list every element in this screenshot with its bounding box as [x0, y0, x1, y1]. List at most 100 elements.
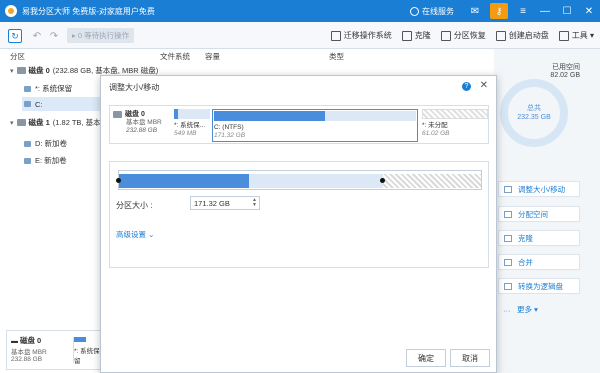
partition-size: 171.32 GB	[214, 132, 246, 139]
disk-icon	[16, 67, 26, 74]
menu-icon[interactable]: ≡	[512, 0, 534, 22]
resize-slider-track[interactable]	[116, 170, 482, 190]
col-partition[interactable]: 分区	[10, 51, 25, 62]
action-label: 克隆	[518, 233, 533, 243]
key-icon[interactable]: ⚷	[490, 3, 508, 19]
right-panel: 已用空间 82.02 GB 总共 232.35 GB 调整大小/移动 分配空间 …	[494, 49, 600, 373]
c-partition-block[interactable]: C: (NTFS) 171.32 GB	[212, 109, 418, 142]
merge-action[interactable]: 合并	[498, 254, 580, 270]
left-resize-handle[interactable]	[116, 178, 121, 183]
create-bootable-button[interactable]: 创建启动盘	[495, 30, 549, 41]
used-space-bar	[119, 174, 249, 188]
disk-icon	[16, 119, 26, 126]
cancel-button[interactable]: 取消	[450, 349, 490, 367]
partition-usage-bar	[174, 109, 210, 119]
partition-size-value: 171.32 GB	[194, 199, 230, 208]
partition-row[interactable]: D: 新加卷	[24, 138, 67, 149]
partition-recovery-button[interactable]: 分区恢复	[440, 30, 486, 41]
partition-size-input[interactable]: 171.32 GB ▲ ▼	[190, 196, 260, 210]
partition-label: D: 新加卷	[35, 139, 68, 148]
disk-name: 磁盘 0	[28, 66, 50, 75]
disk-info-block: 磁盘 0 基本盘 MBR 232.88 GB	[113, 109, 171, 142]
partition-usage-bar	[214, 111, 416, 121]
headset-icon	[410, 6, 419, 16]
col-filesystem[interactable]: 文件系统	[160, 51, 190, 62]
close-button[interactable]: ✕	[578, 0, 600, 22]
redo-button[interactable]: ↷	[47, 29, 61, 43]
bootable-disk-icon	[495, 30, 506, 41]
table-header: 分区 文件系统 容量 类型	[0, 49, 500, 61]
disk-type: 基本盘 MBR	[126, 119, 162, 126]
collapse-icon[interactable]: ▾	[10, 119, 14, 127]
partition-size-label: 分区大小 :	[116, 201, 153, 210]
disk-size: 232.88 GB	[11, 356, 43, 363]
migrate-os-button[interactable]: 迁移操作系统	[330, 30, 392, 41]
partition-icon	[24, 140, 31, 147]
partition-row[interactable]: E: 新加卷	[24, 155, 67, 166]
spinner-icon[interactable]: ▲ ▼	[252, 198, 257, 208]
online-service-button[interactable]: 在线服务	[410, 6, 454, 17]
partition-usage-bar	[74, 337, 86, 342]
clone-icon	[401, 30, 412, 41]
disk-size: 232.88 GB	[126, 127, 158, 134]
resize-icon	[504, 185, 512, 193]
partition-size: 61.02 GB	[422, 130, 450, 137]
advanced-settings-link[interactable]: 高级设置 ⌄	[116, 229, 154, 240]
action-label: 调整大小/移动	[518, 184, 566, 194]
partition-icon	[24, 157, 31, 164]
clone-button[interactable]: 克隆	[401, 30, 431, 41]
partition-row-selected[interactable]: C:	[22, 97, 102, 111]
help-icon[interactable]: ?	[462, 82, 471, 91]
bottom-disk-map[interactable]: ▬ 磁盘 0 基本盘 MBR 232.88 GB *: 系统保留	[6, 330, 102, 370]
merge-icon	[504, 258, 512, 266]
system-reserved-block[interactable]: *: 系统保... 549 MB	[174, 109, 210, 142]
clone-action[interactable]: 克隆	[498, 230, 580, 246]
disk-name: 磁盘 1	[28, 118, 50, 127]
partition-size: 549 MB	[174, 130, 197, 137]
title-bar: 易我分区大师 免费版-对家庭用户免费 在线服务 ✉ ⚷ ≡ — ☐ ✕	[0, 0, 600, 22]
minimize-button[interactable]: —	[534, 0, 556, 22]
allocate-space-action[interactable]: 分配空间	[498, 206, 580, 222]
convert-logical-action[interactable]: 转换为逻辑盘	[498, 278, 580, 294]
close-icon[interactable]: ✕	[480, 80, 488, 91]
undo-button[interactable]: ↶	[30, 29, 44, 43]
collapse-icon[interactable]: ▾	[10, 67, 14, 75]
maximize-button[interactable]: ☐	[556, 0, 578, 22]
partition-label: *: 系统保留	[74, 348, 100, 365]
resize-area	[109, 161, 489, 268]
partition-block[interactable]: *: 系统保留	[73, 337, 103, 365]
main-toolbar: ↻ ↶ ↷ ▸ 0 等待执行操作 迁移操作系统 克隆 分区恢复 创建启动盘 工具…	[0, 22, 600, 49]
disk-name: 磁盘 0	[125, 111, 145, 118]
dialog-disk-map: 磁盘 0 基本盘 MBR 232.88 GB *: 系统保... 549 MB …	[109, 105, 489, 144]
partition-name: *: 系统保...	[174, 122, 206, 129]
ok-button[interactable]: 确定	[406, 349, 446, 367]
resize-move-action[interactable]: 调整大小/移动	[498, 181, 580, 197]
partition-size-row: 分区大小 : 171.32 GB ▲ ▼	[109, 196, 489, 212]
action-label: 更多	[517, 304, 532, 314]
unallocated-space-bar	[383, 174, 481, 188]
more-action[interactable]: ··· 更多 ▾	[498, 301, 580, 317]
app-logo-icon	[5, 5, 17, 17]
mail-icon[interactable]: ✉	[464, 0, 486, 22]
action-label: 分配空间	[518, 209, 548, 219]
right-resize-handle[interactable]	[380, 178, 385, 183]
migrate-os-label: 迁移操作系统	[343, 31, 392, 40]
pending-operations-button[interactable]: ▸ 0 等待执行操作	[67, 28, 135, 43]
total-value: 232.35 GB	[517, 114, 551, 121]
dialog-title: 调整大小/移动	[109, 83, 160, 92]
chevron-down-icon: ⌄	[148, 230, 155, 239]
action-label: 转换为逻辑盘	[518, 281, 563, 291]
partition-row[interactable]: *: 系统保留	[24, 83, 72, 94]
disk-icon	[113, 110, 122, 118]
tools-button[interactable]: 工具 ▾	[558, 30, 594, 41]
create-bootable-label: 创建启动盘	[508, 31, 549, 40]
col-capacity[interactable]: 容量	[205, 51, 220, 62]
col-type[interactable]: 类型	[329, 51, 344, 62]
dots-icon: ···	[503, 305, 511, 315]
refresh-button[interactable]: ↻	[8, 29, 22, 43]
disk-type: 基本盘 MBR	[11, 349, 47, 356]
unallocated-block[interactable]: *: 未分配 61.02 GB	[422, 109, 488, 142]
used-space-info: 已用空间 82.02 GB	[550, 64, 580, 80]
migrate-icon	[330, 30, 341, 41]
partition-name: C: (NTFS)	[214, 124, 244, 131]
